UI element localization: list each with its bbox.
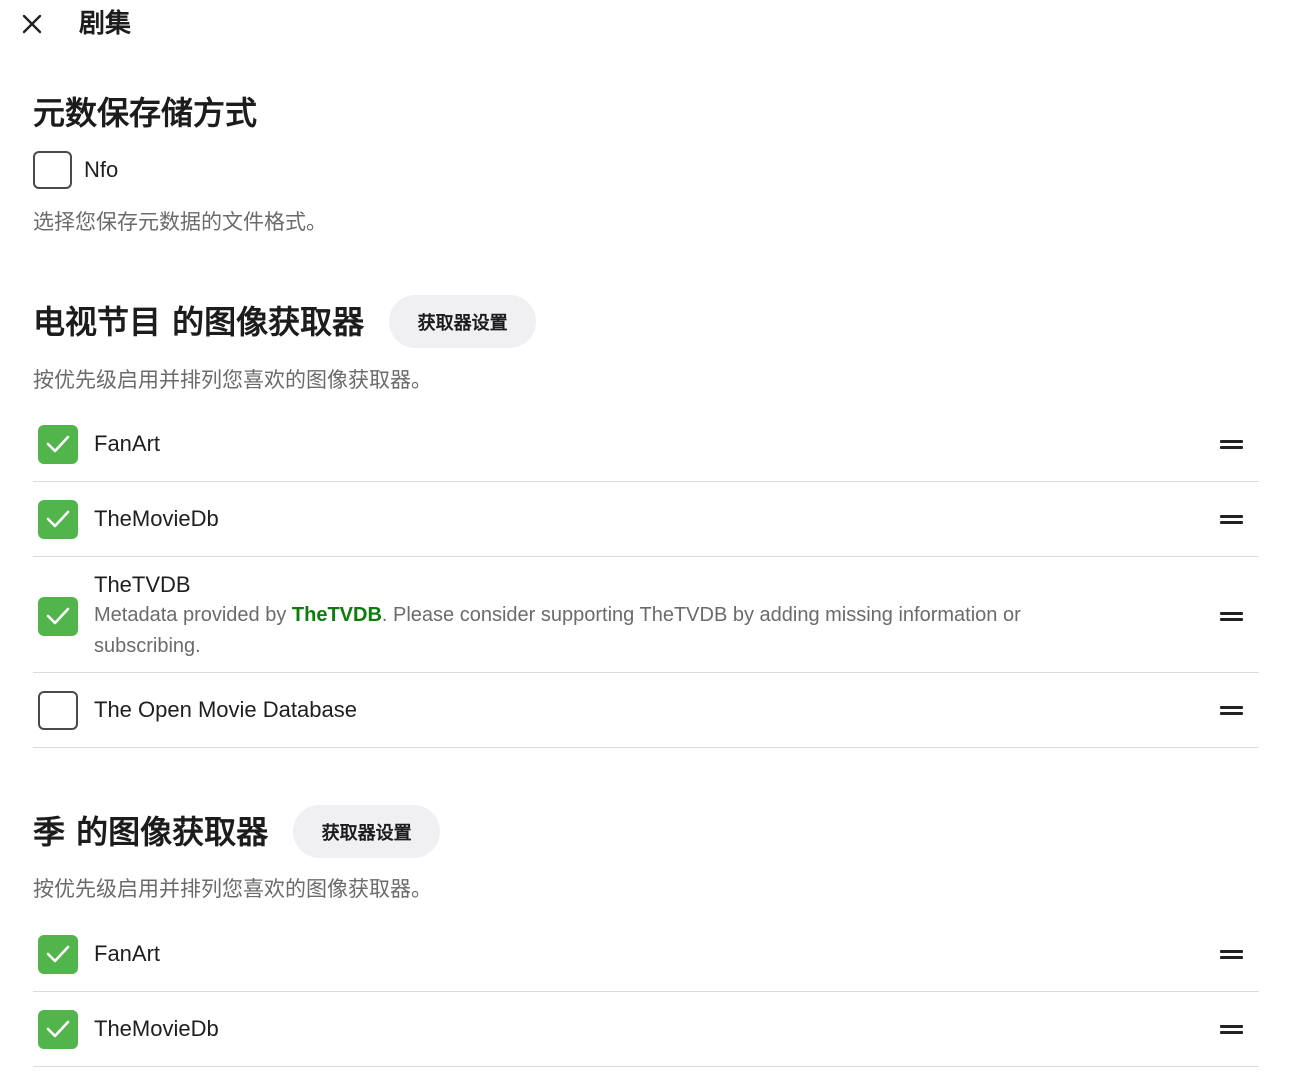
fetcher-checkbox[interactable] (38, 934, 78, 974)
note-prefix: Metadata provided by (94, 604, 292, 626)
fetcher-label-block: FanArt (94, 939, 1220, 969)
fetcher-label: TheMovieDb (94, 1016, 219, 1041)
close-icon (22, 14, 42, 34)
fetcher-label: FanArt (94, 431, 161, 456)
series-fetcher-settings-button[interactable]: 获取器设置 (389, 295, 537, 348)
nfo-label: Nfo (84, 157, 119, 182)
fetcher-label-block: TheTVDB Metadata provided by TheTVDB. Pl… (94, 570, 1220, 662)
fetcher-label-block: FanArt (94, 429, 1220, 459)
drag-handle-icon[interactable] (1220, 949, 1243, 959)
fetcher-label-block: TheMovieDb (94, 1014, 1220, 1044)
series-fetchers-list: FanArt TheMovieDb TheTVDB Metadata provi… (33, 407, 1259, 748)
check-icon (46, 1020, 70, 1038)
drag-handle-icon[interactable] (1220, 705, 1243, 715)
season-fetcher-settings-button[interactable]: 获取器设置 (293, 805, 441, 858)
nfo-checkbox[interactable] (33, 151, 72, 189)
season-fetchers-description: 按优先级启用并排列您喜欢的图像获取器。 (33, 877, 432, 901)
list-item: FanArt (33, 917, 1259, 992)
metadata-savers-heading: 元数保存储方式 (33, 94, 258, 132)
drag-handle-icon[interactable] (1220, 1024, 1243, 1034)
fetcher-checkbox[interactable] (38, 1009, 78, 1049)
season-fetchers-heading: 季 的图像获取器 (33, 812, 269, 851)
fetcher-label: The Open Movie Database (94, 697, 357, 722)
season-fetchers-list: FanArt TheMovieDb (33, 917, 1259, 1067)
check-icon (46, 435, 70, 453)
fetcher-checkbox[interactable] (38, 424, 78, 464)
list-item: FanArt (33, 407, 1259, 482)
fetcher-note: Metadata provided by TheTVDB. Please con… (94, 600, 1104, 662)
series-fetchers-description: 按优先级启用并排列您喜欢的图像获取器。 (33, 368, 432, 392)
list-item: TheMovieDb (33, 992, 1259, 1067)
metadata-savers-description: 选择您保存元数据的文件格式。 (33, 210, 327, 234)
fetcher-label-block: TheMovieDb (94, 504, 1220, 534)
check-icon (46, 607, 70, 625)
close-button[interactable] (14, 8, 50, 40)
fetcher-checkbox[interactable] (38, 596, 78, 636)
check-icon (46, 945, 70, 963)
list-item: The Open Movie Database (33, 673, 1259, 748)
page-title: 剧集 (79, 9, 132, 39)
drag-handle-icon[interactable] (1220, 514, 1243, 524)
check-icon (46, 510, 70, 528)
metadata-saver-option: Nfo (33, 150, 118, 190)
drag-handle-icon[interactable] (1220, 611, 1243, 621)
fetcher-checkbox[interactable] (38, 690, 78, 730)
thetvdb-link[interactable]: TheTVDB (292, 604, 382, 626)
series-fetchers-header: 电视节目 的图像获取器 获取器设置 (33, 295, 537, 348)
fetcher-label-block: The Open Movie Database (94, 695, 1220, 725)
fetcher-label: TheTVDB (94, 572, 191, 597)
drag-handle-icon[interactable] (1220, 439, 1243, 449)
fetcher-label: TheMovieDb (94, 506, 219, 531)
list-item: TheTVDB Metadata provided by TheTVDB. Pl… (33, 557, 1259, 673)
season-fetchers-header: 季 的图像获取器 获取器设置 (33, 805, 441, 858)
fetcher-label: FanArt (94, 941, 161, 966)
list-item: TheMovieDb (33, 482, 1259, 557)
series-fetchers-heading: 电视节目 的图像获取器 (33, 302, 365, 341)
fetcher-checkbox[interactable] (38, 499, 78, 539)
